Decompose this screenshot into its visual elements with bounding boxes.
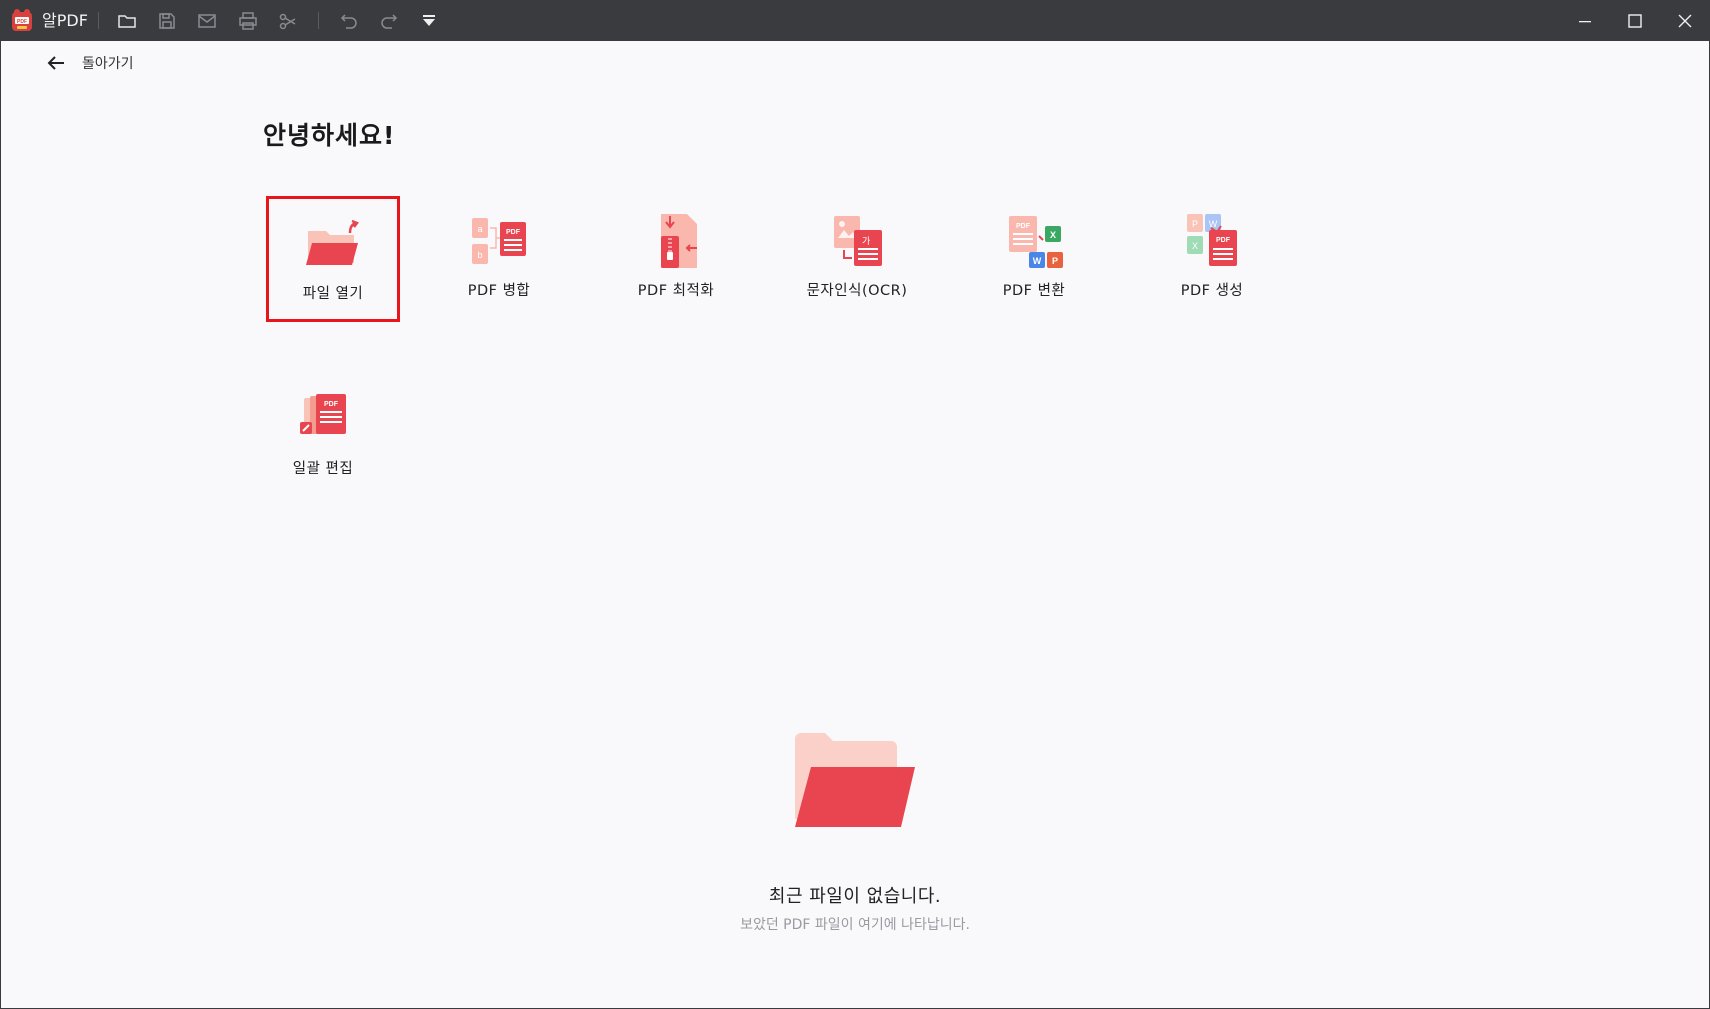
- svg-text:PDF: PDF: [1016, 223, 1031, 230]
- ocr-icon: 가: [834, 216, 882, 266]
- create-pdf-icon: P W X PDF: [1187, 214, 1237, 266]
- svg-text:b: b: [477, 250, 482, 260]
- svg-text:W: W: [1033, 256, 1042, 266]
- mail-button[interactable]: [194, 8, 220, 34]
- greeting-title: 안녕하세요!: [263, 121, 396, 150]
- tool-label: PDF 변환: [1002, 283, 1066, 299]
- tool-label: PDF 최적화: [637, 283, 715, 299]
- optimize-pdf-icon: [661, 214, 697, 268]
- save-icon: [159, 13, 175, 29]
- app-title: 알PDF: [42, 11, 88, 30]
- maximize-button[interactable]: [1610, 0, 1660, 41]
- convert-pdf-icon: PDF X W P: [1009, 216, 1063, 268]
- close-button[interactable]: [1660, 0, 1710, 41]
- print-icon: [239, 12, 257, 30]
- title-bar: PDF 알PDF: [0, 0, 1710, 41]
- merge-pdf-icon: a b PDF: [472, 218, 526, 264]
- quick-access-dropdown-button[interactable]: [416, 8, 442, 34]
- print-button[interactable]: [235, 8, 261, 34]
- batch-edit-icon: PDF: [300, 394, 346, 434]
- tool-label: 문자인식(OCR): [806, 283, 908, 299]
- minimize-button[interactable]: [1560, 0, 1610, 41]
- save-button[interactable]: [154, 8, 180, 34]
- back-button[interactable]: 돌아가기: [44, 50, 134, 76]
- tool-batch-edit[interactable]: PDF 일괄 편집: [256, 374, 390, 500]
- close-icon: [1678, 14, 1692, 27]
- tool-optimize-pdf[interactable]: PDF 최적화: [609, 196, 743, 322]
- tool-open-file[interactable]: 파일 열기: [266, 196, 400, 322]
- mail-icon: [198, 14, 216, 28]
- empty-recent-title: 최근 파일이 없습니다.: [768, 886, 942, 907]
- svg-text:X: X: [1192, 241, 1198, 251]
- share-icon: [279, 13, 296, 30]
- folder-open-icon: [118, 15, 136, 28]
- dropdown-icon: [423, 15, 435, 26]
- svg-text:X: X: [1050, 230, 1056, 240]
- app-logo-icon: PDF: [12, 9, 32, 31]
- svg-text:PDF: PDF: [1216, 237, 1231, 244]
- undo-icon: [340, 14, 357, 29]
- open-folder-button[interactable]: [114, 8, 140, 34]
- svg-text:PDF: PDF: [324, 401, 339, 408]
- tool-convert-pdf[interactable]: PDF X W P PDF 변환: [967, 196, 1101, 322]
- empty-folder-icon: [795, 733, 915, 827]
- svg-text:P: P: [1192, 219, 1198, 229]
- svg-text:W: W: [1209, 219, 1218, 229]
- toolbar-divider: [318, 12, 319, 29]
- tool-create-pdf[interactable]: P W X PDF PDF 생성: [1145, 196, 1279, 322]
- redo-button[interactable]: [376, 8, 402, 34]
- svg-text:가: 가: [862, 236, 870, 247]
- tool-label: 파일 열기: [302, 286, 364, 302]
- share-button[interactable]: [275, 8, 301, 34]
- svg-text:PDF: PDF: [506, 229, 521, 236]
- tool-label: 일괄 편집: [292, 461, 354, 477]
- window-frame: [0, 41, 1710, 1009]
- arrow-left-icon: [47, 56, 64, 70]
- open-file-icon: [306, 219, 359, 265]
- undo-button[interactable]: [336, 8, 362, 34]
- tool-ocr[interactable]: 가 문자인식(OCR): [790, 196, 924, 322]
- tool-label: PDF 생성: [1180, 283, 1244, 299]
- minimize-icon: [1579, 20, 1591, 22]
- back-label: 돌아가기: [82, 56, 134, 72]
- tool-merge-pdf[interactable]: a b PDF PDF 병합: [432, 196, 566, 322]
- svg-text:a: a: [477, 224, 482, 234]
- tool-label: PDF 병합: [467, 283, 531, 299]
- svg-text:P: P: [1052, 256, 1058, 266]
- toolbar-divider: [98, 12, 99, 29]
- redo-icon: [381, 14, 398, 29]
- empty-recent-subtitle: 보았던 PDF 파일이 여기에 나타납니다.: [740, 917, 970, 933]
- svg-text:PDF: PDF: [17, 19, 27, 25]
- maximize-icon: [1628, 13, 1642, 28]
